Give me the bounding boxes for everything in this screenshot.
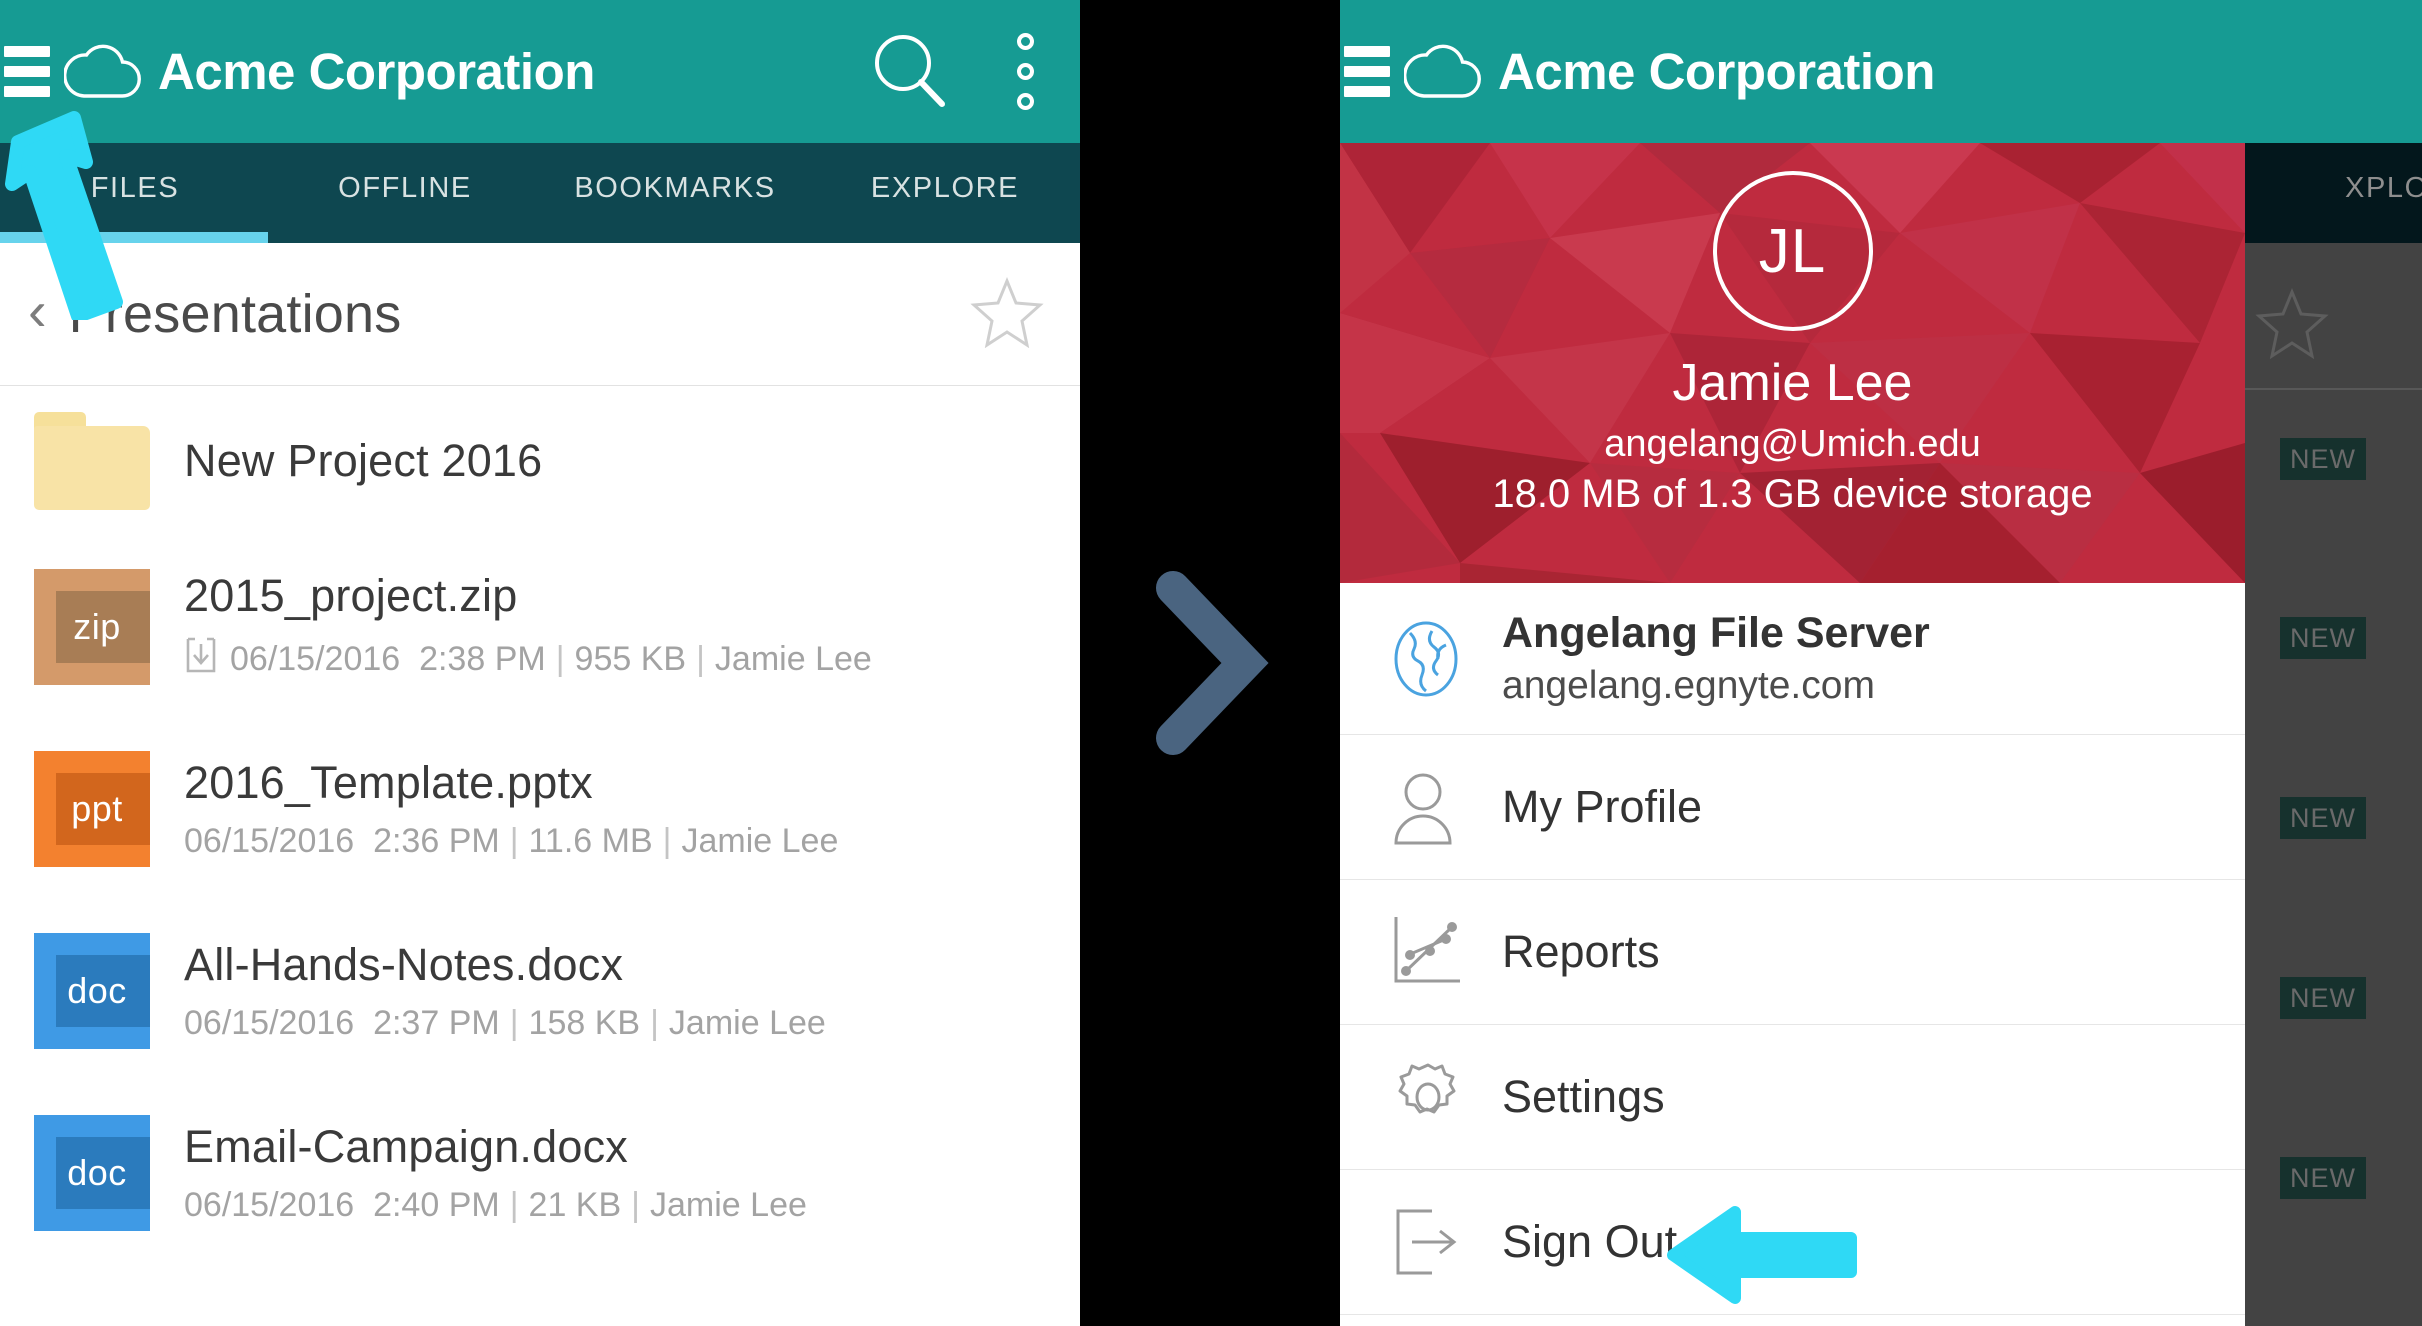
app-bar-actions	[850, 24, 1080, 120]
new-badge: NEW	[2280, 617, 2366, 659]
profile-content: JL Jamie Lee angelang@Umich.edu 18.0 MB …	[1340, 143, 2245, 583]
avatar: JL	[1712, 171, 1873, 331]
file-subtitle: 06/15/2016 2:38 PM | 955 KB | Jamie Lee	[184, 635, 872, 684]
file-size: 955 KB	[574, 640, 687, 678]
file-time: 2:36 PM	[373, 822, 500, 860]
sign-out-pointer-arrow	[1667, 1206, 1857, 1304]
file-type-badge: ppt	[71, 788, 123, 829]
menu-pointer-arrow	[5, 111, 123, 320]
file-owner: Jamie Lee	[681, 822, 839, 860]
dim-star-outline-icon	[2255, 287, 2329, 364]
chart-icon	[1388, 913, 1480, 991]
file-time: 2:38 PM	[419, 640, 546, 678]
cloud-icon	[63, 44, 142, 100]
list-item[interactable]: ppt 2016_Template.pptx 06/15/2016 2:36 P…	[0, 718, 1080, 900]
hamburger-icon[interactable]	[4, 46, 50, 97]
sign-out-icon	[1388, 1203, 1480, 1281]
globe-icon	[1388, 619, 1480, 699]
file-name: Email-Campaign.docx	[184, 1121, 628, 1172]
file-size: 11.6 MB	[528, 822, 653, 860]
drawer-item-title: Angelang File Server	[1502, 609, 1930, 657]
file-type-badge: zip	[73, 606, 121, 647]
ppt-file-icon: ppt	[34, 751, 150, 867]
profile-storage: 18.0 MB of 1.3 GB device storage	[1492, 472, 2093, 516]
app-bar-right: Acme Corporation	[1340, 0, 2422, 143]
drawer-item-reports[interactable]: Reports	[1340, 880, 2245, 1025]
star-outline-icon[interactable]	[970, 276, 1044, 353]
tab-bookmarks[interactable]: BOOKMARKS	[540, 143, 810, 205]
file-time: 2:40 PM	[373, 1186, 500, 1224]
drawer-item-my-profile[interactable]: My Profile	[1340, 735, 2245, 880]
file-type-badge: doc	[67, 970, 127, 1011]
drawer-item-subtitle: angelang.egnyte.com	[1502, 664, 1875, 707]
file-owner: Jamie Lee	[714, 640, 872, 678]
page-title: Acme Corporation	[158, 43, 595, 100]
download-icon	[184, 635, 218, 684]
file-date: 06/15/2016	[230, 640, 401, 678]
file-date: 06/15/2016	[184, 822, 355, 860]
dim-tab-explore: XPLORE	[2345, 172, 2422, 204]
file-date: 06/15/2016	[184, 1004, 355, 1042]
file-name: 2016_Template.pptx	[184, 757, 593, 808]
drawer-item-settings[interactable]: Settings	[1340, 1025, 2245, 1170]
tab-explore[interactable]: EXPLORE	[810, 143, 1080, 205]
chevron-right-icon	[1156, 571, 1269, 755]
cloud-icon	[1403, 44, 1482, 100]
list-item[interactable]: New Project 2016	[0, 386, 1080, 536]
file-subtitle: 06/15/2016 2:36 PM | 11.6 MB | Jamie Lee	[184, 822, 839, 860]
file-time: 2:37 PM	[373, 1004, 500, 1042]
file-owner: Jamie Lee	[668, 1004, 826, 1042]
person-icon	[1388, 767, 1480, 847]
drawer-profile-header: JL Jamie Lee angelang@Umich.edu 18.0 MB …	[1340, 143, 2245, 583]
file-name: 2015_project.zip	[184, 570, 518, 621]
list-item[interactable]: zip 2015_project.zip 06/15/2016 2:38 PM …	[0, 536, 1080, 718]
file-name: All-Hands-Notes.docx	[184, 939, 624, 990]
zip-file-icon: zip	[34, 569, 150, 685]
drawer-item-label: My Profile	[1502, 781, 1703, 832]
file-meta: New Project 2016	[184, 435, 542, 487]
profile-name: Jamie Lee	[1672, 354, 1913, 412]
folder-icon	[34, 412, 150, 510]
file-meta: All-Hands-Notes.docx 06/15/2016 2:37 PM …	[184, 939, 826, 1043]
file-date: 06/15/2016	[184, 1186, 355, 1224]
list-item[interactable]: doc All-Hands-Notes.docx 06/15/2016 2:37…	[0, 900, 1080, 1082]
doc-file-icon: doc	[34, 933, 150, 1049]
drawer-item-label: Settings	[1502, 1071, 1665, 1122]
file-size: 21 KB	[528, 1186, 622, 1224]
new-badge: NEW	[2280, 797, 2366, 839]
profile-email: angelang@Umich.edu	[1604, 423, 1981, 465]
drawer-item-label: Reports	[1502, 926, 1660, 977]
new-badge: NEW	[2280, 438, 2366, 480]
file-subtitle: 06/15/2016 2:40 PM | 21 KB | Jamie Lee	[184, 1186, 807, 1224]
file-type-badge: doc	[67, 1152, 127, 1193]
dim-divider-rule	[2245, 388, 2422, 390]
screenshot-stage: Acme Corporation FILES OFFLINE BOOKMARKS…	[0, 0, 2422, 1326]
file-meta: 2016_Template.pptx 06/15/2016 2:36 PM | …	[184, 757, 838, 861]
file-name: New Project 2016	[184, 435, 543, 486]
page-title: Acme Corporation	[1498, 43, 1935, 100]
drawer-item-text: Angelang File Server angelang.egnyte.com	[1502, 609, 1930, 708]
new-badge: NEW	[2280, 1157, 2366, 1199]
hamburger-icon[interactable]	[1344, 46, 1390, 97]
drawer-item-file-server[interactable]: Angelang File Server angelang.egnyte.com	[1340, 583, 2245, 735]
file-subtitle: 06/15/2016 2:37 PM | 158 KB | Jamie Lee	[184, 1004, 826, 1042]
tab-offline[interactable]: OFFLINE	[270, 143, 540, 205]
file-meta: Email-Campaign.docx 06/15/2016 2:40 PM |…	[184, 1121, 807, 1225]
drawer-item-label: Sign Out	[1502, 1216, 1678, 1267]
file-size: 158 KB	[528, 1004, 641, 1042]
doc-file-icon: doc	[34, 1115, 150, 1231]
more-vertical-icon[interactable]	[970, 33, 1080, 110]
panel-divider	[1080, 0, 1340, 1326]
search-icon[interactable]	[850, 24, 970, 120]
navigation-drawer: JL Jamie Lee angelang@Umich.edu 18.0 MB …	[1340, 143, 2245, 1326]
right-phone-screen: XPLORE NEW NEW NEW NEW NEW Acme Corporat…	[1340, 0, 2422, 1326]
file-list: New Project 2016 zip 2015_project.zip 06…	[0, 386, 1080, 1264]
file-owner: Jamie Lee	[650, 1186, 807, 1224]
list-item[interactable]: doc Email-Campaign.docx 06/15/2016 2:40 …	[0, 1082, 1080, 1264]
new-badge: NEW	[2280, 977, 2366, 1019]
file-meta: 2015_project.zip 06/15/2016 2:38 PM | 95…	[184, 570, 872, 684]
gear-icon	[1388, 1057, 1480, 1137]
